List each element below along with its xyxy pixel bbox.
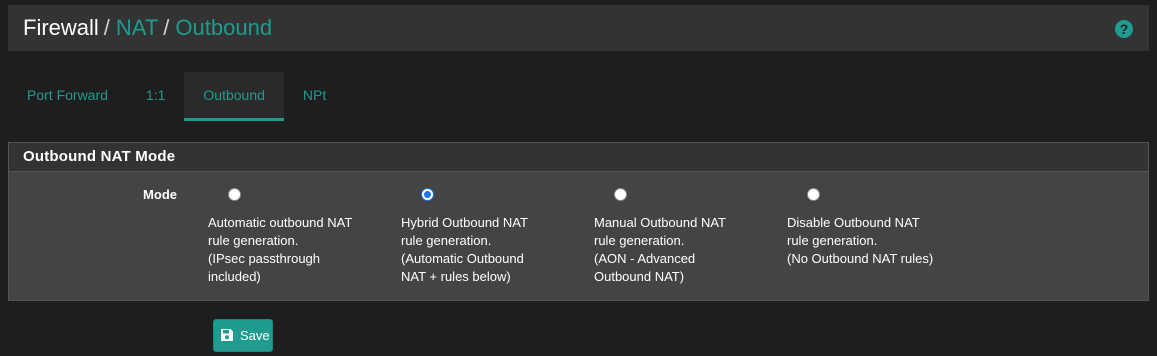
mode-label: Mode xyxy=(143,187,177,202)
option-line: NAT + rules below) xyxy=(401,269,511,284)
tab-bar: Port Forward 1:1 Outbound NPt xyxy=(8,72,345,121)
help-icon[interactable]: ? xyxy=(1115,20,1133,38)
option-hybrid-text: Hybrid Outbound NAT rule generation. (Au… xyxy=(401,214,581,286)
option-automatic-text: Automatic outbound NAT rule generation. … xyxy=(208,214,388,286)
option-line: Automatic outbound NAT xyxy=(208,215,353,230)
radio-hybrid[interactable] xyxy=(421,188,434,201)
radio-manual[interactable] xyxy=(614,188,627,201)
option-line: rule generation. xyxy=(401,233,492,248)
radio-automatic[interactable] xyxy=(228,188,241,201)
option-line: Disable Outbound NAT xyxy=(787,215,920,230)
floppy-disk-icon xyxy=(221,329,233,341)
option-line: Hybrid Outbound NAT xyxy=(401,215,528,230)
page-header: Firewall / NAT / Outbound ? xyxy=(8,5,1149,51)
tab-outbound[interactable]: Outbound xyxy=(184,72,284,121)
option-line: included) xyxy=(208,269,261,284)
breadcrumb-nat[interactable]: NAT xyxy=(116,15,158,40)
tab-npt[interactable]: NPt xyxy=(284,72,345,121)
option-line: (IPsec passthrough xyxy=(208,251,321,266)
option-line: rule generation. xyxy=(594,233,685,248)
outbound-nat-mode-panel: Outbound NAT Mode Mode Automatic outboun… xyxy=(8,142,1149,301)
tab-one-to-one[interactable]: 1:1 xyxy=(127,72,184,121)
panel-title: Outbound NAT Mode xyxy=(9,143,1148,172)
breadcrumb-separator: / xyxy=(103,15,110,40)
breadcrumb-outbound[interactable]: Outbound xyxy=(175,15,272,40)
option-line: (AON - Advanced xyxy=(594,251,696,266)
save-label: Save xyxy=(240,328,270,343)
option-disable-text: Disable Outbound NAT rule generation. (N… xyxy=(787,214,967,268)
breadcrumb: Firewall / NAT / Outbound xyxy=(23,15,272,41)
tab-port-forward[interactable]: Port Forward xyxy=(8,72,127,121)
breadcrumb-separator: / xyxy=(163,15,170,40)
breadcrumb-firewall: Firewall xyxy=(23,15,99,40)
option-manual-text: Manual Outbound NAT rule generation. (AO… xyxy=(594,214,774,286)
option-line: rule generation. xyxy=(787,233,878,248)
radio-disable[interactable] xyxy=(807,188,820,201)
option-line: Manual Outbound NAT xyxy=(594,215,726,230)
option-line: Outbound NAT) xyxy=(594,269,685,284)
save-button[interactable]: Save xyxy=(213,319,273,352)
option-line: (Automatic Outbound xyxy=(401,251,524,266)
option-line: (No Outbound NAT rules) xyxy=(787,251,934,266)
option-line: rule generation. xyxy=(208,233,299,248)
